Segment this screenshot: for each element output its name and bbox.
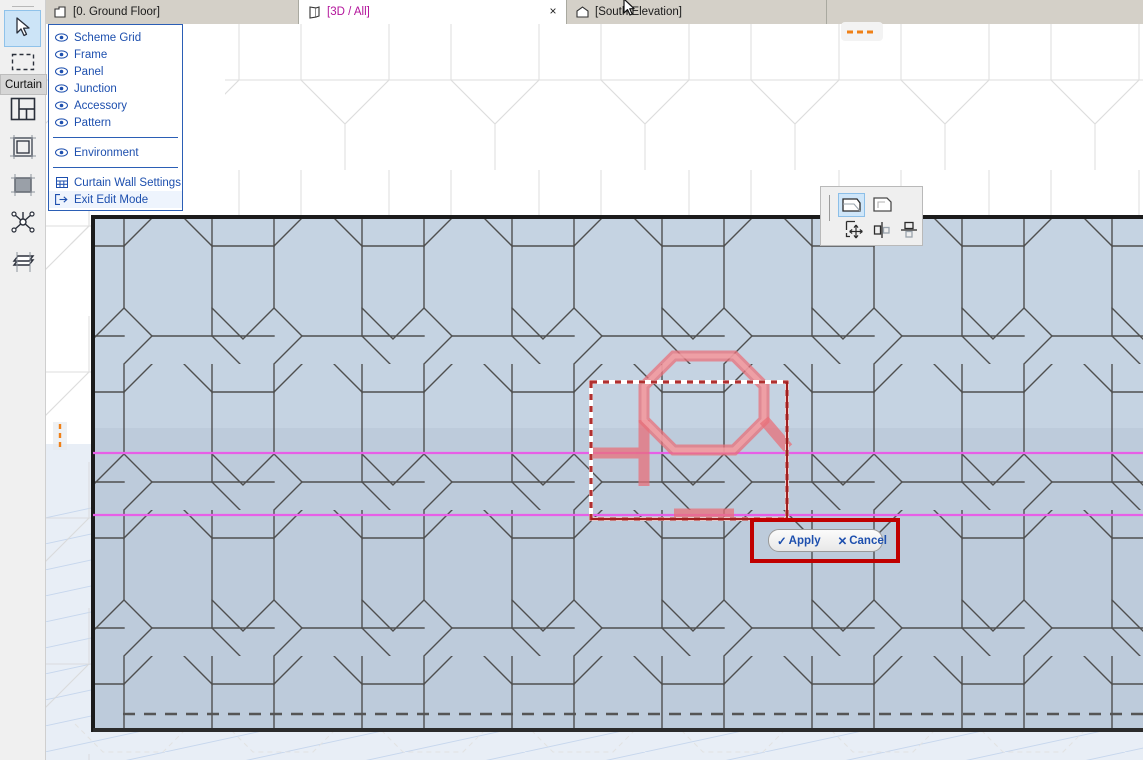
panel-shape-plain-button[interactable]	[869, 193, 896, 217]
scheme-grid-icon	[10, 97, 36, 124]
application-window: [0. Ground Floor] [3D / All] × [South El…	[0, 0, 1143, 760]
panel-shape-custom-icon	[841, 195, 862, 216]
menu-item-accessory[interactable]: Accessory	[49, 97, 182, 114]
menu-item-panel[interactable]: Panel	[49, 63, 182, 80]
menu-item-label: Scheme Grid	[74, 32, 141, 44]
apply-cancel-bar[interactable]: ✓ Apply ✕ Cancel	[768, 529, 883, 552]
tools-palette[interactable]: Curtain	[0, 0, 46, 760]
curtain-wall-context-menu[interactable]: Scheme Grid Frame Panel Junction Accesso	[48, 24, 183, 211]
menu-item-label: Environment	[74, 147, 139, 159]
tab-label: [3D / All]	[327, 6, 370, 18]
menu-item-label: Exit Edit Mode	[74, 194, 148, 206]
menu-item-exit-edit-mode[interactable]: Exit Edit Mode	[49, 191, 182, 208]
menu-item-label: Accessory	[74, 100, 127, 112]
menu-separator	[53, 167, 178, 168]
menu-item-scheme-grid[interactable]: Scheme Grid	[49, 29, 182, 46]
exit-arrow-icon	[55, 193, 68, 206]
menu-item-label: Pattern	[74, 117, 111, 129]
menu-item-label: Panel	[74, 66, 103, 78]
tab-close-icon[interactable]: ×	[547, 5, 559, 17]
move-node-button[interactable]	[841, 219, 868, 243]
menu-item-label: Junction	[74, 83, 117, 95]
arrow-tool-button[interactable]	[4, 10, 41, 47]
left-edge-marker	[53, 422, 67, 450]
pet-palette[interactable]	[820, 186, 923, 246]
menu-item-label: Curtain Wall Settings	[74, 177, 181, 189]
frame-tool-button[interactable]	[4, 130, 41, 167]
close-icon: ✕	[838, 534, 848, 548]
apply-button[interactable]: ✓ Apply	[769, 534, 821, 548]
junction-tool-button[interactable]	[4, 205, 41, 242]
cancel-button[interactable]: ✕ Cancel	[832, 534, 887, 548]
document-tab-bar[interactable]: [0. Ground Floor] [3D / All] × [South El…	[0, 0, 1143, 24]
tab-south-elevation[interactable]: [South Elevation]	[567, 0, 827, 24]
tool-tooltip: Curtain	[0, 74, 47, 95]
panel-shape-plain-icon	[872, 195, 893, 216]
align-horizontal-button[interactable]	[895, 219, 922, 243]
tab-label: [South Elevation]	[595, 6, 682, 18]
cancel-label: Cancel	[849, 535, 887, 547]
tab-label: [0. Ground Floor]	[73, 6, 160, 18]
menu-item-junction[interactable]: Junction	[49, 80, 182, 97]
eye-icon	[55, 65, 68, 78]
tab-ground-floor[interactable]: [0. Ground Floor]	[45, 0, 299, 24]
curtain-wall-body	[91, 215, 1143, 732]
align-vertical-button[interactable]	[868, 219, 895, 243]
toolbar-divider	[12, 6, 34, 7]
arrow-pointer-icon	[13, 16, 33, 41]
apply-label: Apply	[789, 535, 821, 547]
move-node-icon	[845, 220, 865, 242]
tab-3d-all[interactable]: [3D / All] ×	[299, 0, 567, 24]
3d-view-icon	[307, 5, 322, 20]
eye-icon	[55, 146, 68, 159]
menu-item-environment[interactable]: Environment	[49, 144, 182, 161]
accessory-tool-button[interactable]	[4, 245, 41, 282]
panel-filled-icon	[9, 172, 37, 201]
eye-icon	[55, 48, 68, 61]
eye-icon	[55, 99, 68, 112]
junction-star-icon	[10, 210, 36, 237]
marquee-dashed-icon	[11, 53, 35, 74]
panel-shape-custom-button[interactable]	[838, 193, 865, 217]
menu-separator	[53, 137, 178, 138]
accessory-layers-icon	[9, 250, 37, 277]
menu-item-frame[interactable]: Frame	[49, 46, 182, 63]
viewport-3d[interactable]	[45, 24, 1143, 760]
align-vertical-icon	[872, 221, 892, 242]
eye-icon	[55, 116, 68, 129]
elevation-icon	[575, 5, 590, 20]
frame-square-icon	[9, 134, 37, 163]
menu-item-curtain-wall-settings[interactable]: Curtain Wall Settings	[49, 174, 182, 191]
check-icon: ✓	[777, 534, 787, 548]
align-horizontal-icon	[899, 221, 919, 242]
panel-tool-button[interactable]	[4, 168, 41, 205]
eye-icon	[55, 31, 68, 44]
menu-item-label: Frame	[74, 49, 107, 61]
palette-grip[interactable]	[829, 195, 830, 221]
settings-grid-icon	[55, 176, 68, 189]
menu-item-pattern[interactable]: Pattern	[49, 114, 182, 131]
dashed-line-swatch	[841, 22, 883, 41]
scheme-tool-button[interactable]	[4, 92, 41, 129]
eye-icon	[55, 82, 68, 95]
floor-plan-icon	[53, 5, 68, 20]
